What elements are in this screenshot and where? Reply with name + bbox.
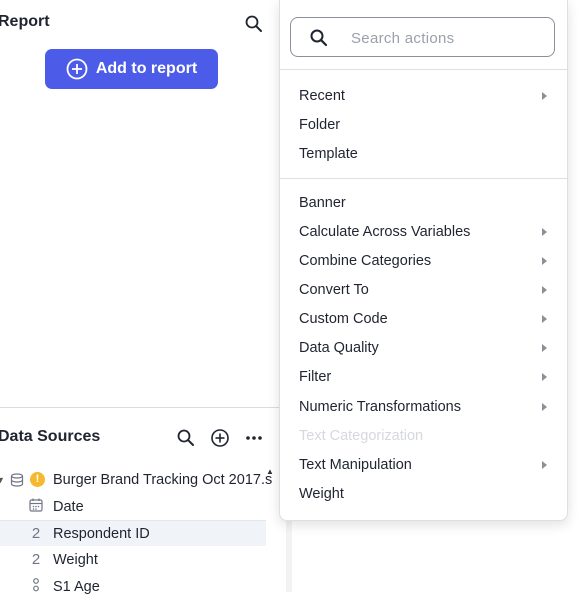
search-icon[interactable]: [244, 14, 264, 34]
tree-item-label: Burger Brand Tracking Oct 2017.s: [53, 471, 273, 488]
menu-item-custom-code[interactable]: Custom Code: [280, 304, 567, 333]
tree-item-variable[interactable]: 2 Respondent ID: [0, 520, 266, 546]
calendar-icon: [28, 497, 44, 517]
menu-item-label: Convert To: [299, 281, 369, 298]
menu-item-label: Folder: [299, 116, 341, 133]
chevron-right-icon: [542, 286, 547, 294]
menu-item-text-categorization: Text Categorization: [280, 421, 567, 450]
tree-item-label: Date: [53, 498, 84, 515]
menu-item-weight[interactable]: Weight: [280, 479, 567, 508]
menu-item-label: Text Manipulation: [299, 456, 412, 473]
menu-item-label: Combine Categories: [299, 252, 432, 269]
scroll-up-icon[interactable]: ▲: [266, 467, 274, 476]
add-to-report-button[interactable]: Add to report: [45, 49, 218, 89]
menu-item-data-quality[interactable]: Data Quality: [280, 333, 567, 362]
tree-item-variable[interactable]: S1 Age: [0, 573, 266, 600]
search-icon[interactable]: [176, 428, 196, 448]
tree-item-data-file[interactable]: ▼ ! Burger Brand Tracking Oct 2017.s: [0, 466, 272, 493]
search-actions-box: [290, 17, 555, 57]
chevron-right-icon: [542, 373, 547, 381]
add-data-source-icon[interactable]: [210, 428, 230, 448]
tree-item-variable[interactable]: Date: [0, 493, 266, 520]
search-actions-input[interactable]: [349, 26, 543, 50]
menu-item-template[interactable]: Template: [280, 139, 567, 168]
chevron-right-icon: [542, 461, 547, 469]
ordinal-icon: [28, 577, 44, 597]
menu-item-label: Recent: [299, 87, 345, 104]
menu-item-combine-categories[interactable]: Combine Categories: [280, 246, 567, 275]
menu-divider: [280, 178, 567, 179]
menu-item-folder[interactable]: Folder: [280, 110, 567, 139]
report-title: Report: [0, 13, 50, 30]
more-options-icon[interactable]: [244, 428, 264, 448]
menu-item-banner[interactable]: Banner: [280, 188, 567, 217]
chevron-right-icon: [542, 257, 547, 265]
menu-item-numeric-transformations[interactable]: Numeric Transformations: [280, 392, 567, 421]
data-sources-toolbar: [176, 428, 264, 448]
menu-item-label: Data Quality: [299, 339, 379, 356]
menu-item-recent[interactable]: Recent: [280, 81, 567, 110]
tree-item-label: Weight: [53, 551, 98, 568]
menu-item-label: Banner: [299, 194, 346, 211]
plus-circle-icon: [66, 58, 88, 80]
report-panel: Report Add to report Data Sources ▼ ! Bu…: [0, 0, 280, 595]
menu-divider: [280, 69, 567, 70]
menu-item-label: Weight: [299, 485, 344, 502]
menu-item-convert-to[interactable]: Convert To: [280, 275, 567, 304]
chevron-right-icon: [542, 403, 547, 411]
search-icon: [309, 28, 329, 48]
numeric-icon: 2: [31, 525, 41, 542]
warning-icon: !: [30, 472, 45, 487]
actions-menu: Recent Folder Template Banner Calculate …: [279, 0, 568, 521]
add-to-report-label: Add to report: [95, 60, 198, 77]
chevron-right-icon: [542, 315, 547, 323]
tree-item-variable[interactable]: 2 Weight: [0, 546, 266, 573]
menu-item-label: Calculate Across Variables: [299, 223, 471, 240]
menu-item-label: Template: [299, 145, 358, 162]
tree-item-label: Respondent ID: [53, 525, 150, 542]
chevron-right-icon: [542, 92, 547, 100]
database-icon: [10, 472, 24, 487]
menu-item-label: Filter: [299, 368, 332, 385]
numeric-icon: 2: [31, 551, 41, 568]
data-sources-title: Data Sources: [0, 428, 101, 445]
menu-item-label: Text Categorization: [299, 427, 424, 444]
menu-item-text-manipulation[interactable]: Text Manipulation: [280, 450, 567, 479]
menu-item-label: Custom Code: [299, 310, 388, 327]
menu-item-calculate-across-variables[interactable]: Calculate Across Variables: [280, 217, 567, 246]
tree-item-label: S1 Age: [53, 578, 100, 595]
menu-item-label: Numeric Transformations: [299, 398, 461, 415]
data-source-tree: ▼ ! Burger Brand Tracking Oct 2017.s Dat…: [0, 466, 272, 600]
chevron-right-icon: [542, 228, 547, 236]
chevron-right-icon: [542, 344, 547, 352]
panel-divider: [0, 407, 280, 408]
chevron-down-icon[interactable]: ▼: [0, 475, 5, 485]
menu-item-filter[interactable]: Filter: [280, 362, 567, 391]
